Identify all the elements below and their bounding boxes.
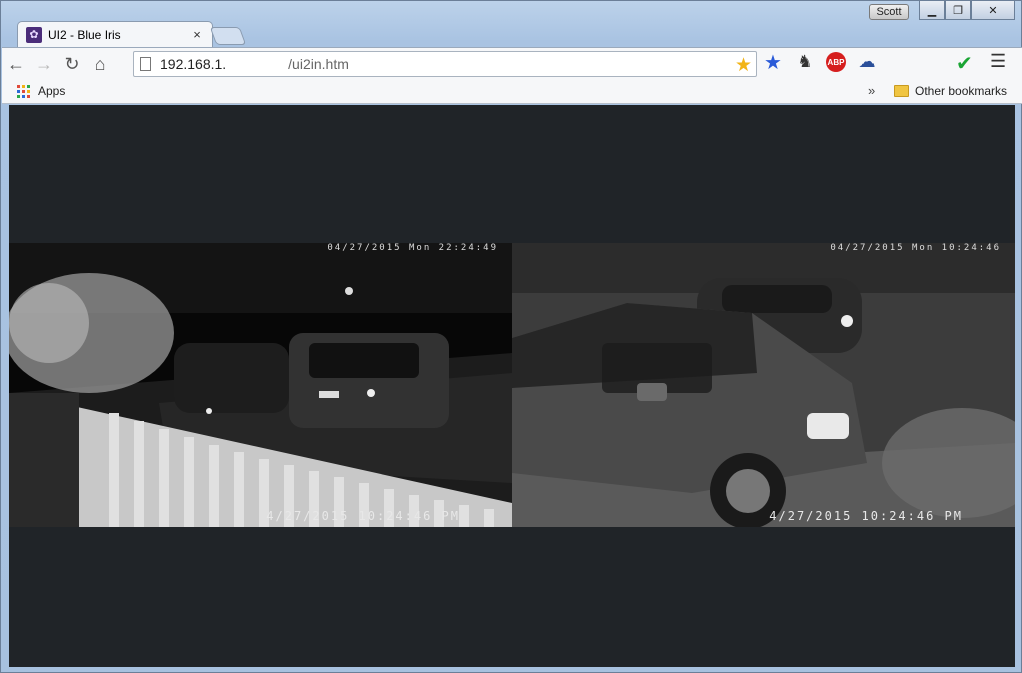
page-content: 04/27/2015 Mon 22:24:49 4/27/2015 10:24:…	[9, 105, 1015, 667]
camera-overlay-date-left: 04/27/2015 Mon 22:24:49	[327, 243, 498, 253]
adblock-plus-icon[interactable]: ABP	[826, 52, 846, 72]
cloud-extension-icon[interactable]: ☁	[856, 51, 878, 73]
camera-image-left	[9, 243, 512, 527]
blue-iris-favicon-icon: ✿	[26, 26, 42, 43]
close-icon: ✕	[988, 4, 998, 17]
home-button[interactable]: ⌂	[86, 50, 114, 78]
camera-image-right	[512, 243, 1015, 527]
restore-icon: ❐	[953, 4, 963, 17]
other-bookmarks[interactable]: Other bookmarks	[915, 84, 1007, 98]
home-icon: ⌂	[94, 53, 106, 74]
forward-button[interactable]: →	[30, 50, 58, 78]
tab-strip: ✿ UI2 - Blue Iris × Scott ▁ ❐ ✕	[1, 1, 1021, 47]
extension-icons: ★ ♞ ABP ☁	[762, 51, 878, 74]
close-window-button[interactable]: ✕	[971, 1, 1015, 20]
bookmark-star-icon[interactable]: ★	[735, 54, 752, 77]
bookmarks-overflow-chevron[interactable]: »	[868, 83, 875, 98]
new-tab-button[interactable]	[209, 27, 247, 45]
bookmarks-bar: Apps » Other bookmarks	[2, 80, 1022, 104]
minimize-icon: ▁	[927, 4, 937, 17]
apps-bookmark[interactable]: Apps	[38, 84, 65, 98]
tab-ui2-blue-iris[interactable]: ✿ UI2 - Blue Iris ×	[17, 21, 213, 47]
evernote-elephant-icon[interactable]: ♞	[794, 51, 816, 73]
maximize-button[interactable]: ❐	[945, 1, 971, 20]
camera-timestamp-right: 4/27/2015 10:24:46 PM	[769, 509, 963, 523]
url-host: 192.168.1.	[160, 56, 227, 72]
arrow-left-icon: ←	[7, 53, 25, 74]
tab-title: UI2 - Blue Iris	[48, 27, 121, 42]
camera-view-left[interactable]: 04/27/2015 Mon 22:24:49 4/27/2015 10:24:…	[9, 243, 512, 527]
reload-button[interactable]: ↻	[58, 50, 86, 78]
reload-icon: ↻	[64, 53, 80, 74]
browser-window: ✿ UI2 - Blue Iris × Scott ▁ ❐ ✕ ← → ↻ ⌂ …	[0, 0, 1022, 673]
camera-timestamp-left: 4/27/2015 10:24:46 PM	[266, 509, 460, 523]
window-controls: ▁ ❐ ✕	[919, 1, 1015, 21]
address-bar[interactable]: 192.168.1. /ui2in.htm ★	[133, 51, 757, 77]
url-path: /ui2in.htm	[288, 56, 349, 72]
bookmark-manager-star-icon[interactable]: ★	[762, 51, 784, 74]
tab-close-icon[interactable]: ×	[190, 27, 204, 42]
camera-overlay-date-right: 04/27/2015 Mon 10:24:46	[830, 243, 1001, 253]
apps-grid-icon[interactable]	[17, 85, 30, 98]
minimize-button[interactable]: ▁	[919, 1, 945, 20]
checkmark-extension-icon[interactable]: ✔	[956, 51, 973, 76]
hamburger-menu-icon[interactable]: ☰	[990, 51, 1006, 72]
back-button[interactable]: ←	[2, 50, 30, 78]
folder-icon	[894, 85, 909, 97]
profile-badge[interactable]: Scott	[869, 4, 909, 20]
arrow-right-icon: →	[35, 53, 53, 74]
camera-view-right[interactable]: 04/27/2015 Mon 10:24:46 4/27/2015 10:24:…	[512, 243, 1015, 527]
browser-toolbar: ← → ↻ ⌂ 192.168.1. /ui2in.htm ★ ★ ♞ ABP …	[2, 47, 1022, 80]
page-icon	[140, 57, 151, 71]
